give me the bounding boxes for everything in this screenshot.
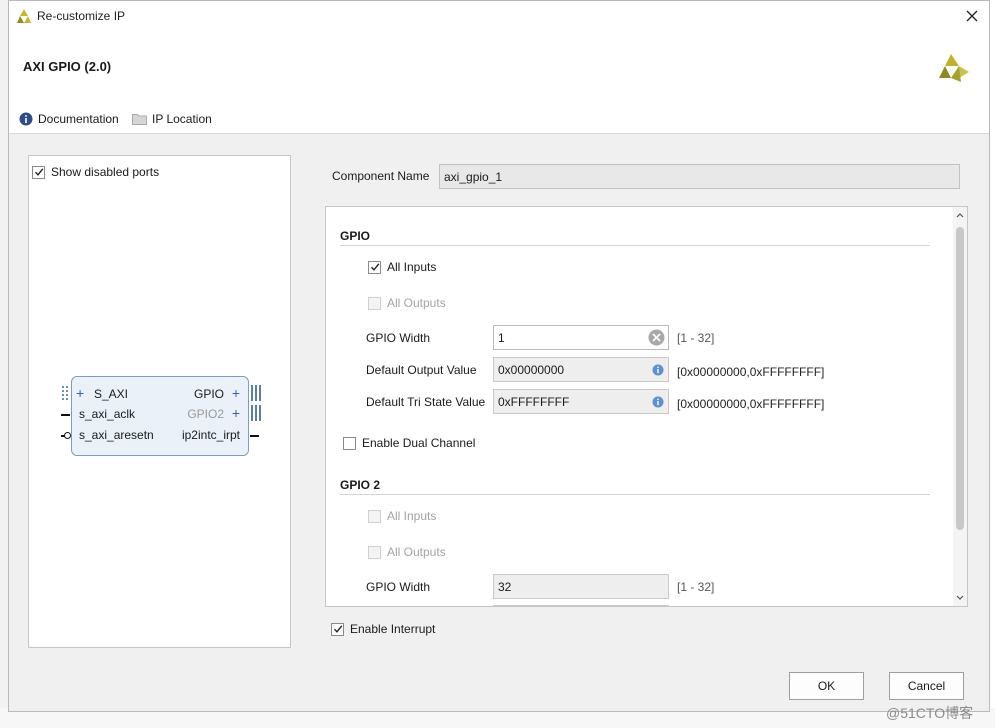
cancel-button[interactable]: Cancel bbox=[889, 672, 964, 700]
expand-plus-icon[interactable]: + bbox=[232, 386, 240, 400]
enable-dual-channel-checkbox[interactable]: Enable Dual Channel bbox=[343, 434, 475, 452]
ip-location-link[interactable]: IP Location bbox=[132, 110, 212, 128]
expand-plus-icon[interactable]: + bbox=[232, 406, 240, 420]
gpio-bus-pins bbox=[251, 385, 261, 421]
chevron-down-icon[interactable] bbox=[956, 595, 964, 601]
default-output-value: 0x00000000 bbox=[498, 363, 565, 377]
documentation-link[interactable]: Documentation bbox=[19, 110, 119, 128]
section-divider bbox=[340, 245, 930, 246]
component-name-label: Component Name bbox=[332, 169, 430, 183]
watermark: @51CTO博客 bbox=[886, 705, 974, 721]
gpio2-all-inputs-checkbox: All Inputs bbox=[368, 507, 436, 525]
default-output-value-label: Default Output Value bbox=[366, 363, 477, 377]
checkbox-box[interactable] bbox=[343, 436, 356, 450]
xilinx-logo-icon bbox=[939, 54, 969, 82]
section-divider bbox=[340, 494, 930, 495]
info-icon bbox=[19, 112, 33, 126]
window-title: Re-customize IP bbox=[37, 9, 126, 23]
re-customize-ip-dialog: Re-customize IP AXI GPIO (2.0) Documenta… bbox=[8, 0, 990, 712]
gpio2-width-range: [1 - 32] bbox=[677, 580, 715, 594]
checkbox-box[interactable] bbox=[32, 165, 45, 179]
gpio-width-label: GPIO Width bbox=[366, 331, 431, 345]
enable-dual-channel-label: Enable Dual Channel bbox=[362, 436, 476, 450]
gpio-width-value: 1 bbox=[498, 331, 505, 345]
title-bar: Re-customize IP bbox=[9, 1, 989, 32]
gpio2-width-label: GPIO Width bbox=[366, 580, 431, 594]
check-icon bbox=[34, 168, 43, 176]
scrollbar-thumb[interactable] bbox=[956, 227, 964, 530]
checkbox-box bbox=[368, 509, 381, 523]
close-button[interactable] bbox=[959, 4, 985, 28]
info-icon[interactable] bbox=[652, 364, 664, 376]
info-icon[interactable] bbox=[652, 396, 664, 408]
all-inputs-label: All Inputs bbox=[387, 260, 437, 274]
s-axi-aclk-pin bbox=[61, 414, 70, 416]
default-tri-state-value: 0xFFFFFFFF bbox=[498, 395, 570, 409]
default-tri-state-range: [0x00000000,0xFFFFFFFF] bbox=[677, 397, 825, 411]
check-icon bbox=[370, 263, 379, 271]
folder-icon bbox=[132, 114, 147, 125]
show-disabled-ports-checkbox[interactable]: Show disabled ports bbox=[32, 163, 159, 181]
show-disabled-ports-label: Show disabled ports bbox=[51, 165, 160, 179]
all-outputs-label: All Outputs bbox=[387, 296, 446, 310]
gpio2-all-inputs-label: All Inputs bbox=[387, 509, 437, 523]
checkbox-box[interactable] bbox=[368, 260, 381, 274]
ip-block[interactable]: + S_AXI s_axi_aclk s_axi_aresetn GPIO + … bbox=[61, 376, 261, 456]
port-s-axi: S_AXI bbox=[94, 387, 129, 401]
gpio2-width-input: 32 bbox=[493, 574, 669, 599]
gpio2-section-title: GPIO 2 bbox=[340, 478, 381, 492]
documentation-label: Documentation bbox=[38, 112, 119, 126]
port-ip2intc-irpt: ip2intc_irpt bbox=[181, 428, 240, 442]
gpio2-next-field-partial bbox=[493, 605, 669, 606]
default-tri-state-input[interactable]: 0xFFFFFFFF bbox=[493, 389, 669, 414]
ip-title: AXI GPIO (2.0) bbox=[23, 59, 112, 74]
port-s-axi-aresetn: s_axi_aresetn bbox=[79, 428, 154, 442]
clear-icon[interactable] bbox=[648, 329, 665, 346]
gpio-all-outputs-checkbox: All Outputs bbox=[368, 294, 446, 312]
config-panel: GPIO All Inputs All Outputs GPIO Width 1… bbox=[325, 206, 968, 607]
ip-header: AXI GPIO (2.0) Documentation IP Location bbox=[9, 32, 989, 134]
checkbox-box bbox=[368, 545, 381, 559]
component-name-field[interactable]: axi_gpio_1 bbox=[439, 164, 960, 189]
default-output-range: [0x00000000,0xFFFFFFFF] bbox=[677, 365, 825, 379]
gpio-section-title: GPIO bbox=[340, 229, 371, 243]
gpio2-width-value: 32 bbox=[498, 580, 512, 594]
checkbox-box[interactable] bbox=[331, 622, 344, 636]
port-s-axi-aclk: s_axi_aclk bbox=[79, 407, 136, 421]
enable-interrupt-checkbox[interactable]: Enable Interrupt bbox=[331, 620, 435, 638]
port-gpio2: GPIO2 bbox=[187, 407, 224, 421]
default-tri-state-label: Default Tri State Value bbox=[366, 395, 486, 409]
expand-plus-icon[interactable]: + bbox=[76, 386, 84, 400]
gpio2-all-outputs-label: All Outputs bbox=[387, 545, 446, 559]
checkbox-box bbox=[368, 296, 381, 310]
s-axi-bus-pin bbox=[62, 386, 68, 400]
gpio2-all-outputs-checkbox: All Outputs bbox=[368, 543, 446, 561]
check-icon bbox=[333, 625, 342, 633]
enable-interrupt-label: Enable Interrupt bbox=[350, 622, 436, 636]
port-gpio: GPIO bbox=[193, 387, 224, 401]
gpio-width-range: [1 - 32] bbox=[677, 331, 715, 345]
default-output-value-input[interactable]: 0x00000000 bbox=[493, 357, 669, 382]
gpio-width-input[interactable]: 1 bbox=[493, 325, 669, 350]
ip-symbol-pane: Show disabled ports + S_AXI s_axi_aclk s… bbox=[28, 155, 291, 648]
ok-button[interactable]: OK bbox=[789, 672, 864, 700]
close-icon bbox=[966, 10, 978, 22]
gpio-all-inputs-checkbox[interactable]: All Inputs bbox=[368, 258, 436, 276]
active-low-bubble bbox=[64, 432, 71, 439]
xilinx-logo-icon bbox=[17, 9, 31, 23]
chevron-up-icon[interactable] bbox=[956, 212, 964, 218]
ip2intc-irpt-pin bbox=[250, 435, 259, 437]
ip-location-label: IP Location bbox=[152, 112, 212, 126]
